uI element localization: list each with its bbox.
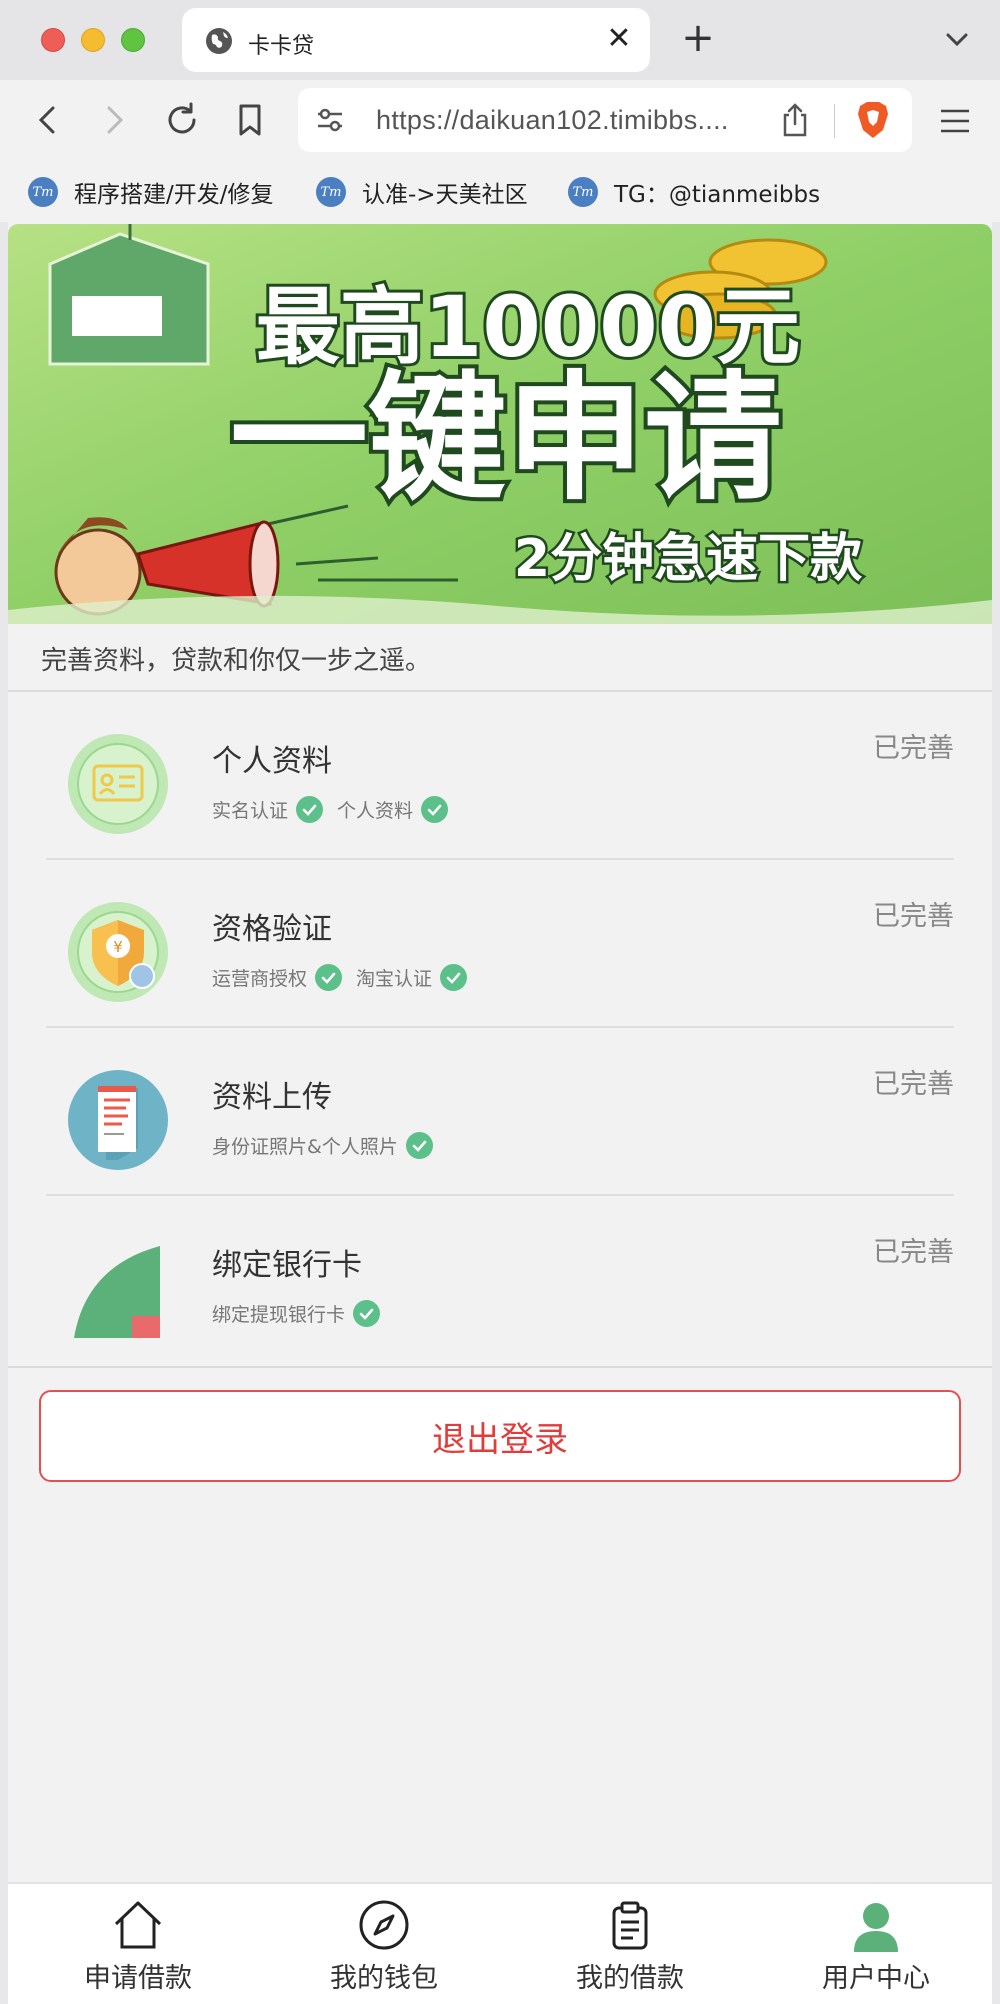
check-icon xyxy=(405,1132,433,1159)
checklist-item-personal-info[interactable]: 个人资料 已完善 实名认证 个人资料 xyxy=(8,692,992,860)
share-icon[interactable] xyxy=(778,102,812,138)
browser-toolbar: https://daikuan102.timibbs.... xyxy=(0,80,1000,162)
zoom-window-button[interactable] xyxy=(121,28,145,52)
bookmark-favicon: Tm xyxy=(568,177,598,207)
check-icon xyxy=(353,1300,381,1327)
item-title: 资料上传 xyxy=(212,1080,332,1115)
bookmark-label: 认准->天美社区 xyxy=(362,182,528,208)
intro-bar: 完善资料，贷款和你仅一步之遥。 xyxy=(8,624,992,692)
banner-line2: 一键申请 xyxy=(230,358,782,519)
compass-icon xyxy=(359,1900,409,1950)
home-icon xyxy=(114,1901,162,1949)
id-card-icon xyxy=(68,734,168,834)
tag-label: 个人资料 xyxy=(337,800,414,822)
close-tab-icon[interactable]: ✕ xyxy=(602,22,636,56)
toolbar-divider xyxy=(834,104,835,138)
minimize-window-button[interactable] xyxy=(81,28,105,52)
address-bar[interactable]: https://daikuan102.timibbs.... xyxy=(298,88,912,152)
tab-user-center[interactable]: 用户中心 xyxy=(776,1898,976,1998)
intro-text: 完善资料，贷款和你仅一步之遥。 xyxy=(41,646,432,676)
banner-line3: 2分钟急速下款 xyxy=(514,529,862,589)
bookmark-label: TG：@tianmeibbs xyxy=(614,182,821,208)
user-icon xyxy=(854,1903,898,1952)
checklist-item-qualification[interactable]: ¥ 资格验证 已完善 运营商授权 淘宝认证 xyxy=(8,860,992,1028)
item-title: 绑定银行卡 xyxy=(212,1248,362,1283)
new-tab-button[interactable]: + xyxy=(678,18,718,62)
page-content: 最高10000元 一键申请 2分钟急速下款 完善资料，贷款和你仅一步之遥。 个人… xyxy=(8,222,992,2004)
bank-card-icon xyxy=(74,1246,160,1338)
browser-tab-bar: 卡卡贷 ✕ + xyxy=(0,0,1000,80)
clipboard-icon xyxy=(612,1901,648,1950)
bookmark-item[interactable]: Tm 程序搭建/开发/修复 xyxy=(28,172,274,212)
bookmark-icon[interactable] xyxy=(228,98,272,142)
logout-button[interactable]: 退出登录 xyxy=(39,1390,961,1482)
tab-apply-loan[interactable]: 申请借款 xyxy=(38,1898,238,1998)
logout-label: 退出登录 xyxy=(432,1419,568,1460)
tag-label: 淘宝认证 xyxy=(356,968,433,990)
status-badge: 已完善 xyxy=(873,901,954,932)
tag-label: 身份证照片&个人照片 xyxy=(212,1136,398,1158)
item-title: 个人资料 xyxy=(212,744,332,779)
tab-my-loans[interactable]: 我的借款 xyxy=(530,1898,730,1998)
section-divider xyxy=(8,1366,992,1368)
menu-icon[interactable] xyxy=(938,106,972,136)
status-badge: 已完善 xyxy=(873,1237,954,1268)
status-badge: 已完善 xyxy=(873,1069,954,1100)
reload-icon[interactable] xyxy=(160,98,204,142)
browser-tab[interactable]: 卡卡贷 ✕ xyxy=(182,8,650,72)
tab-label: 我的钱包 xyxy=(330,1963,438,1994)
bookmark-item[interactable]: Tm 认准->天美社区 xyxy=(316,172,528,212)
chevron-down-icon[interactable] xyxy=(940,22,974,56)
brave-shields-icon[interactable] xyxy=(854,100,892,140)
tab-label: 申请借款 xyxy=(84,1963,192,1994)
forward-icon[interactable] xyxy=(92,98,136,142)
promo-banner[interactable]: 最高10000元 一键申请 2分钟急速下款 xyxy=(8,224,992,624)
bottom-nav: 申请借款 我的钱包 我的借款 用户中心 xyxy=(8,1882,992,2004)
tab-title: 卡卡贷 xyxy=(248,34,315,59)
site-settings-icon[interactable] xyxy=(314,104,346,136)
tag-label: 绑定提现银行卡 xyxy=(212,1304,346,1326)
bookmarks-bar: Tm 程序搭建/开发/修复 Tm 认准->天美社区 Tm TG：@tianmei… xyxy=(0,162,1000,222)
bookmark-favicon: Tm xyxy=(28,177,58,207)
url-text[interactable]: https://daikuan102.timibbs.... xyxy=(376,105,729,136)
back-icon[interactable] xyxy=(26,98,70,142)
tab-label: 用户中心 xyxy=(822,1963,930,1994)
tab-label: 我的借款 xyxy=(576,1963,684,1994)
status-badge: 已完善 xyxy=(873,733,954,764)
item-title: 资格验证 xyxy=(212,912,332,947)
tag-label: 实名认证 xyxy=(212,800,289,822)
checklist-item-bank-card[interactable]: 绑定银行卡 已完善 绑定提现银行卡 xyxy=(8,1196,992,1364)
bookmark-item[interactable]: Tm TG：@tianmeibbs xyxy=(568,172,820,212)
bookmark-favicon: Tm xyxy=(316,177,346,207)
bookmark-label: 程序搭建/开发/修复 xyxy=(74,182,274,208)
check-icon xyxy=(315,964,343,991)
svg-text:¥: ¥ xyxy=(113,938,123,956)
document-upload-icon xyxy=(68,1070,168,1170)
close-window-button[interactable] xyxy=(41,28,65,52)
globe-icon xyxy=(206,28,232,54)
check-icon xyxy=(421,796,449,823)
shield-yen-icon: ¥ xyxy=(68,902,168,1002)
check-icon xyxy=(440,964,468,991)
tag-label: 运营商授权 xyxy=(212,968,308,990)
checklist-item-upload[interactable]: 资料上传 已完善 身份证照片&个人照片 xyxy=(8,1028,992,1196)
check-icon xyxy=(296,796,324,823)
tab-wallet[interactable]: 我的钱包 xyxy=(284,1898,484,1998)
